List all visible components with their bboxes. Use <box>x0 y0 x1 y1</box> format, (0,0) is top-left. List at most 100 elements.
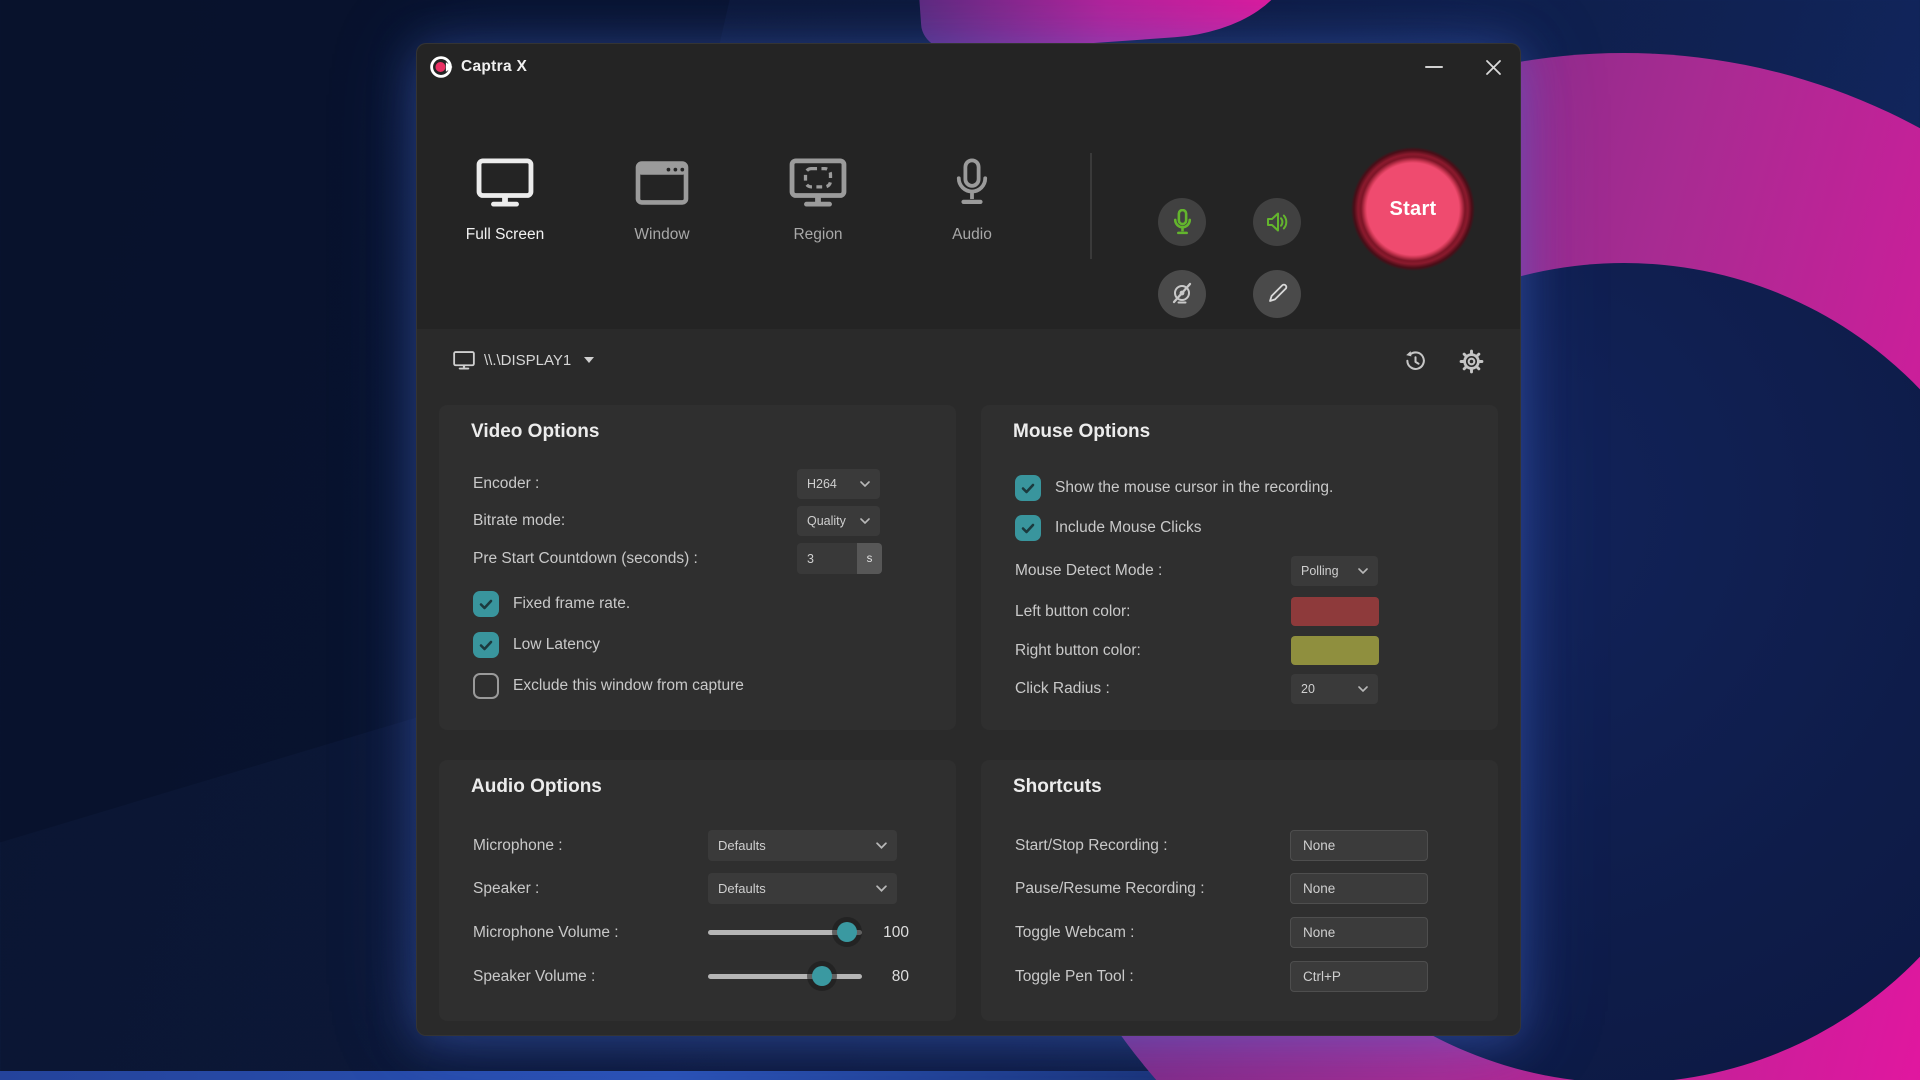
display-name: \\.\DISPLAY1 <box>484 352 571 369</box>
chevron-down-icon <box>1358 686 1368 692</box>
mode-full-screen[interactable]: Full Screen <box>430 154 580 258</box>
video-options-panel: Video Options Encoder : H264 Bitrate mod… <box>439 405 956 730</box>
titlebar[interactable]: Captra X <box>417 44 1520 90</box>
speaker-icon <box>1265 210 1289 234</box>
pen-icon <box>1265 282 1289 306</box>
shortcuts-panel: Shortcuts Start/Stop Recording : None Pa… <box>981 760 1498 1021</box>
microphone-icon <box>897 154 1047 212</box>
mode-label: Full Screen <box>430 226 580 244</box>
pause-resume-shortcut-input[interactable]: None <box>1290 873 1428 904</box>
left-button-color-swatch[interactable] <box>1291 597 1379 626</box>
checkbox-fixed-frame-rate[interactable]: Fixed frame rate. <box>473 591 940 617</box>
mode-label: Audio <box>897 226 1047 244</box>
mode-audio[interactable]: Audio <box>897 154 1047 258</box>
mode-window[interactable]: Window <box>587 154 737 258</box>
checkbox-checked[interactable] <box>1015 515 1041 541</box>
start-stop-shortcut-input[interactable]: None <box>1290 830 1428 861</box>
history-button[interactable] <box>1395 341 1435 381</box>
chevron-down-icon <box>860 518 870 524</box>
right-button-color-swatch[interactable] <box>1291 636 1379 665</box>
click-radius-value: 20 <box>1301 682 1315 696</box>
region-capture-icon <box>743 154 893 212</box>
right-color-label: Right button color: <box>1015 642 1141 660</box>
left-color-label: Left button color: <box>1015 603 1130 621</box>
speaker-toggle-button[interactable] <box>1253 198 1301 246</box>
speaker-volume-slider[interactable] <box>708 974 862 979</box>
app-title: Captra X <box>461 44 527 90</box>
speaker-volume-value: 80 <box>869 968 909 986</box>
detect-mode-dropdown[interactable]: Polling <box>1291 556 1378 586</box>
checkbox-show-cursor[interactable]: Show the mouse cursor in the recording. <box>1015 475 1482 501</box>
encoder-dropdown[interactable]: H264 <box>797 469 880 499</box>
start-recording-button[interactable]: Start <box>1351 147 1475 271</box>
countdown-unit-button[interactable]: s <box>857 543 882 574</box>
checkbox-checked[interactable] <box>473 591 499 617</box>
chevron-down-icon <box>1358 568 1368 574</box>
shortcut-label: Start/Stop Recording : <box>1015 837 1168 855</box>
app-logo-icon <box>429 55 453 79</box>
countdown-label: Pre Start Countdown (seconds) : <box>473 550 698 568</box>
monitor-icon <box>453 351 475 370</box>
detect-mode-value: Polling <box>1301 564 1339 578</box>
checkbox-label: Include Mouse Clicks <box>1055 519 1201 537</box>
checkbox-label: Show the mouse cursor in the recording. <box>1055 479 1333 497</box>
fullscreen-monitor-icon <box>430 154 580 212</box>
checkbox-include-clicks[interactable]: Include Mouse Clicks <box>1015 515 1482 541</box>
checkbox-checked[interactable] <box>473 632 499 658</box>
encoder-value: H264 <box>807 477 837 491</box>
panel-title: Shortcuts <box>1013 776 1102 798</box>
mode-label: Region <box>743 226 893 244</box>
panel-title: Mouse Options <box>1013 421 1150 443</box>
mic-toggle-button[interactable] <box>1158 198 1206 246</box>
speaker-label: Speaker : <box>473 880 539 898</box>
microphone-label: Microphone : <box>473 837 563 855</box>
speaker-value: Defaults <box>718 881 766 896</box>
microphone-dropdown[interactable]: Defaults <box>708 830 897 861</box>
mode-region[interactable]: Region <box>743 154 893 258</box>
toggle-webcam-shortcut-input[interactable]: None <box>1290 917 1428 948</box>
chevron-down-icon <box>876 842 887 849</box>
check-icon <box>479 599 493 610</box>
click-radius-label: Click Radius : <box>1015 680 1110 698</box>
minimize-icon <box>1425 66 1443 68</box>
bitrate-label: Bitrate mode: <box>473 512 565 530</box>
mic-volume-slider[interactable] <box>708 930 862 935</box>
start-label: Start <box>1389 198 1436 221</box>
panel-title: Audio Options <box>471 776 602 798</box>
mic-volume-value: 100 <box>869 924 909 942</box>
speaker-volume-thumb[interactable] <box>812 966 832 986</box>
display-selector[interactable]: \\.\DISPLAY1 <box>453 346 594 374</box>
checkbox-exclude-window[interactable]: Exclude this window from capture <box>473 673 940 699</box>
toggle-pen-shortcut-input[interactable]: Ctrl+P <box>1290 961 1428 992</box>
pen-toggle-button[interactable] <box>1253 270 1301 318</box>
mic-volume-label: Microphone Volume : <box>473 924 619 942</box>
checkbox-low-latency[interactable]: Low Latency <box>473 632 940 658</box>
click-radius-dropdown[interactable]: 20 <box>1291 674 1378 704</box>
checkbox-checked[interactable] <box>1015 475 1041 501</box>
captra-window: Captra X Full Screen <box>416 43 1521 1036</box>
audio-options-panel: Audio Options Microphone : Defaults Spea… <box>439 760 956 1021</box>
webcam-off-icon <box>1170 282 1194 306</box>
settings-button[interactable] <box>1451 341 1491 381</box>
webcam-toggle-button[interactable] <box>1158 270 1206 318</box>
panel-title: Video Options <box>471 421 599 443</box>
countdown-input[interactable]: 3 <box>797 543 857 574</box>
window-capture-icon <box>587 154 737 212</box>
shortcut-label: Toggle Pen Tool : <box>1015 968 1134 986</box>
check-icon <box>479 640 493 651</box>
speaker-dropdown[interactable]: Defaults <box>708 873 897 904</box>
check-icon <box>1021 523 1035 534</box>
mode-label: Window <box>587 226 737 244</box>
chevron-down-icon <box>584 357 594 363</box>
detect-mode-label: Mouse Detect Mode : <box>1015 562 1162 580</box>
checkbox-unchecked[interactable] <box>473 673 499 699</box>
minimize-button[interactable] <box>1414 44 1454 90</box>
check-icon <box>1021 483 1035 494</box>
bitrate-value: Quality <box>807 514 846 528</box>
encoder-label: Encoder : <box>473 475 539 493</box>
gear-icon <box>1459 349 1484 374</box>
close-button[interactable] <box>1473 44 1513 90</box>
bitrate-dropdown[interactable]: Quality <box>797 506 880 536</box>
mic-volume-thumb[interactable] <box>837 922 857 942</box>
mouse-options-panel: Mouse Options Show the mouse cursor in t… <box>981 405 1498 730</box>
